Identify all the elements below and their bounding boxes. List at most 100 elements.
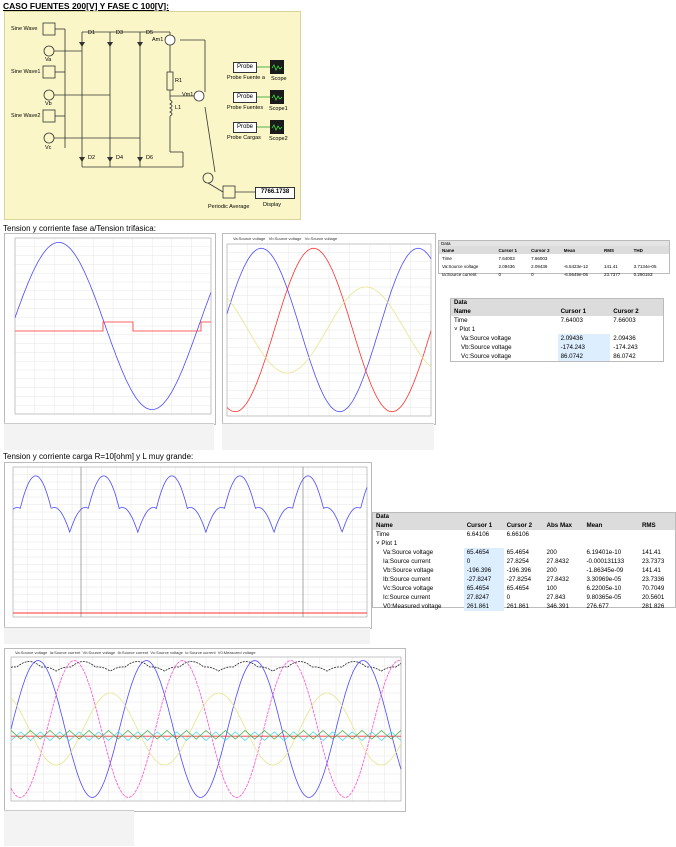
source-label-1: Sine Wave	[11, 26, 38, 32]
plot-load-voltage[interactable]	[4, 462, 372, 629]
header-cell: Name	[376, 522, 393, 529]
table-cell: Va:Source voltage	[442, 263, 479, 269]
table-cell: 20.5601	[641, 594, 665, 601]
probe-block-3[interactable]: Probe	[233, 122, 257, 133]
table-row: Ia:Source current 0 0 -6.5649e-05 23.7377 0.2…	[439, 270, 669, 278]
diode-d6: D6	[146, 155, 154, 161]
table-row: Vb:Source voltage -196.396 -196.396 200 -1.8…	[373, 566, 675, 575]
table-cell: 7.64003	[560, 317, 583, 324]
table-cell: 7.64003	[498, 255, 515, 261]
source-label-3: Sine Wave2	[11, 113, 41, 119]
table-cell: 200	[546, 567, 557, 574]
table-cell: Va:Source voltage	[461, 335, 512, 342]
display-value: 7766.1738	[255, 187, 295, 199]
table-cell: 100	[546, 585, 557, 592]
table-cell: 2.09436	[531, 263, 548, 269]
legend-bottom-ib: Ib:Source current	[117, 650, 149, 655]
table-header: Name Cursor 1 Cursor 2	[451, 307, 663, 316]
header-cell: Mean	[563, 247, 576, 253]
table-cell: 2.09436	[498, 263, 515, 269]
table-row: Ia:Source current 0 27.8254 27.8432 -0.00013…	[373, 557, 675, 566]
plot-group-label: ˅ Plot 1	[376, 540, 398, 547]
plot-three-phase[interactable]: Va:Source voltage Vb:Source voltage Vc:S…	[222, 233, 436, 425]
header-cell: Cursor 2	[506, 522, 533, 529]
table-cell: 0	[463, 557, 504, 566]
table-cell: -6.5649e-05	[563, 271, 589, 277]
table-cell: 281.826	[641, 603, 665, 610]
vb-label: Vb	[45, 101, 52, 107]
header-cell: Cursor 2	[531, 247, 550, 253]
data-table-phase-voltages: Data Name Cursor 1 Cursor 2 Time 7.64003 7.66…	[450, 298, 664, 362]
legend-bottom-vc: Vc:Source voltage	[150, 650, 183, 655]
probe-block-2[interactable]: Probe	[233, 92, 257, 103]
header-cell: Cursor 1	[498, 247, 517, 253]
table-row: Vc:Source voltage 86.0742 86.0742	[451, 352, 663, 361]
plot-group-row[interactable]: ˅ Plot 1	[451, 325, 663, 334]
plot-load-voltage-svg	[12, 466, 368, 618]
table-row: Ib:Source current -27.8247 -27.8254 27.8432…	[373, 575, 675, 584]
schematic-panel: Sine Wave Sine Wave1 Sine Wave2 Va Vb Vc…	[4, 11, 301, 220]
header-cell: RMS	[604, 247, 615, 253]
table-cell: 7.66003	[531, 255, 548, 261]
plot-group-row[interactable]: ˅ Plot 1	[373, 539, 675, 548]
table-cell: 141.41	[604, 263, 618, 269]
data-table-b-title: Data	[373, 513, 675, 521]
legend-bottom-va: Va:Source voltage	[15, 650, 48, 655]
plot-three-phase-status	[222, 423, 434, 450]
table-cell: 6.19401e-10	[586, 549, 622, 556]
probe-label-2: Probe Fuentes	[227, 105, 264, 111]
diode-d5: D5	[146, 30, 154, 36]
plot-all-status	[4, 810, 134, 846]
inductor-label: L1	[175, 105, 182, 111]
plot-phase-a-svg	[14, 237, 212, 415]
legend-bottom: Va:Source voltage Ia:Source current Vb:S…	[15, 650, 256, 655]
probe-block-1[interactable]: Probe	[233, 62, 257, 73]
legend-bottom-ia: Ia:Source current	[49, 650, 81, 655]
table-cell: 27.8432	[546, 558, 569, 565]
table-cell: 86.0742	[613, 353, 636, 360]
table-cell: 346.391	[546, 603, 569, 610]
table-cell: 200	[546, 549, 557, 556]
table-cell: 2.09436	[613, 335, 636, 342]
plot-three-phase-svg	[226, 243, 432, 417]
plot-all-signals[interactable]: Va:Source voltage Ia:Source current Vb:S…	[4, 648, 406, 812]
voltmeter-label: Vm1	[182, 92, 194, 98]
table-row: Time 7.64003 7.66003	[439, 254, 669, 262]
legend-top: Va:Source voltage Vb:Source voltage Vc:S…	[233, 236, 337, 241]
table-row: Va:Source voltage 65.4654 65.4654 200 6.1940…	[373, 548, 675, 557]
time-row: Time 6.64106 6.66106	[373, 530, 675, 539]
table-cell: -1.86345e-09	[586, 567, 624, 574]
table-row: Ic:Source current 27.8247 0 27.843 9.80365e-…	[373, 593, 675, 602]
table-cell: 0.290153	[633, 271, 653, 277]
table-cell	[583, 530, 639, 539]
table-row: Va:Source voltage 2.09436 2.09436 -6.5423e-…	[439, 262, 669, 270]
page-title: CASO FUENTES 200[V] Y FASE C 100[V]:	[3, 1, 169, 11]
legend-vb: Vb:Source voltage	[268, 236, 302, 241]
table-cell: 2.09436	[557, 334, 611, 343]
table-row: Vb:Source voltage -174.243 -174.243	[451, 343, 663, 352]
header-cell: Cursor 1	[560, 308, 587, 315]
table-cell: 70.7049	[641, 585, 665, 592]
table-cell: 27.843	[546, 594, 566, 601]
table-cell: 276.677	[586, 603, 609, 610]
scope-label-3: Scope2	[269, 136, 288, 142]
plot-load-status	[4, 627, 370, 644]
table-cell: -6.5423e-12	[563, 263, 589, 269]
table-cell: Ia:Source current	[442, 271, 477, 277]
table-cell: 3.30969e-05	[586, 576, 622, 583]
header-cell: Cursor 1	[466, 522, 493, 529]
table-cell: 27.8247	[463, 593, 504, 602]
vc-label: Vc	[45, 145, 52, 151]
table-cell: 141.41	[641, 567, 661, 574]
section-heading-load: Tension y corriente carga R=10[ohm] y L …	[3, 452, 194, 461]
table-cell: 6.66106	[506, 531, 529, 538]
plot-phase-a[interactable]	[4, 233, 216, 425]
table-cell: Ib:Source current	[383, 576, 431, 583]
plot-phase-a-status	[4, 423, 214, 450]
time-row: Time 7.64003 7.66003	[451, 316, 663, 325]
table-cell: 6.22005e-10	[586, 585, 622, 592]
table-cell: Va:Source voltage	[383, 549, 434, 556]
table-cell: 7.66003	[613, 317, 636, 324]
header-cell: THD	[633, 247, 643, 253]
table-cell: 9.80365e-05	[586, 594, 622, 601]
